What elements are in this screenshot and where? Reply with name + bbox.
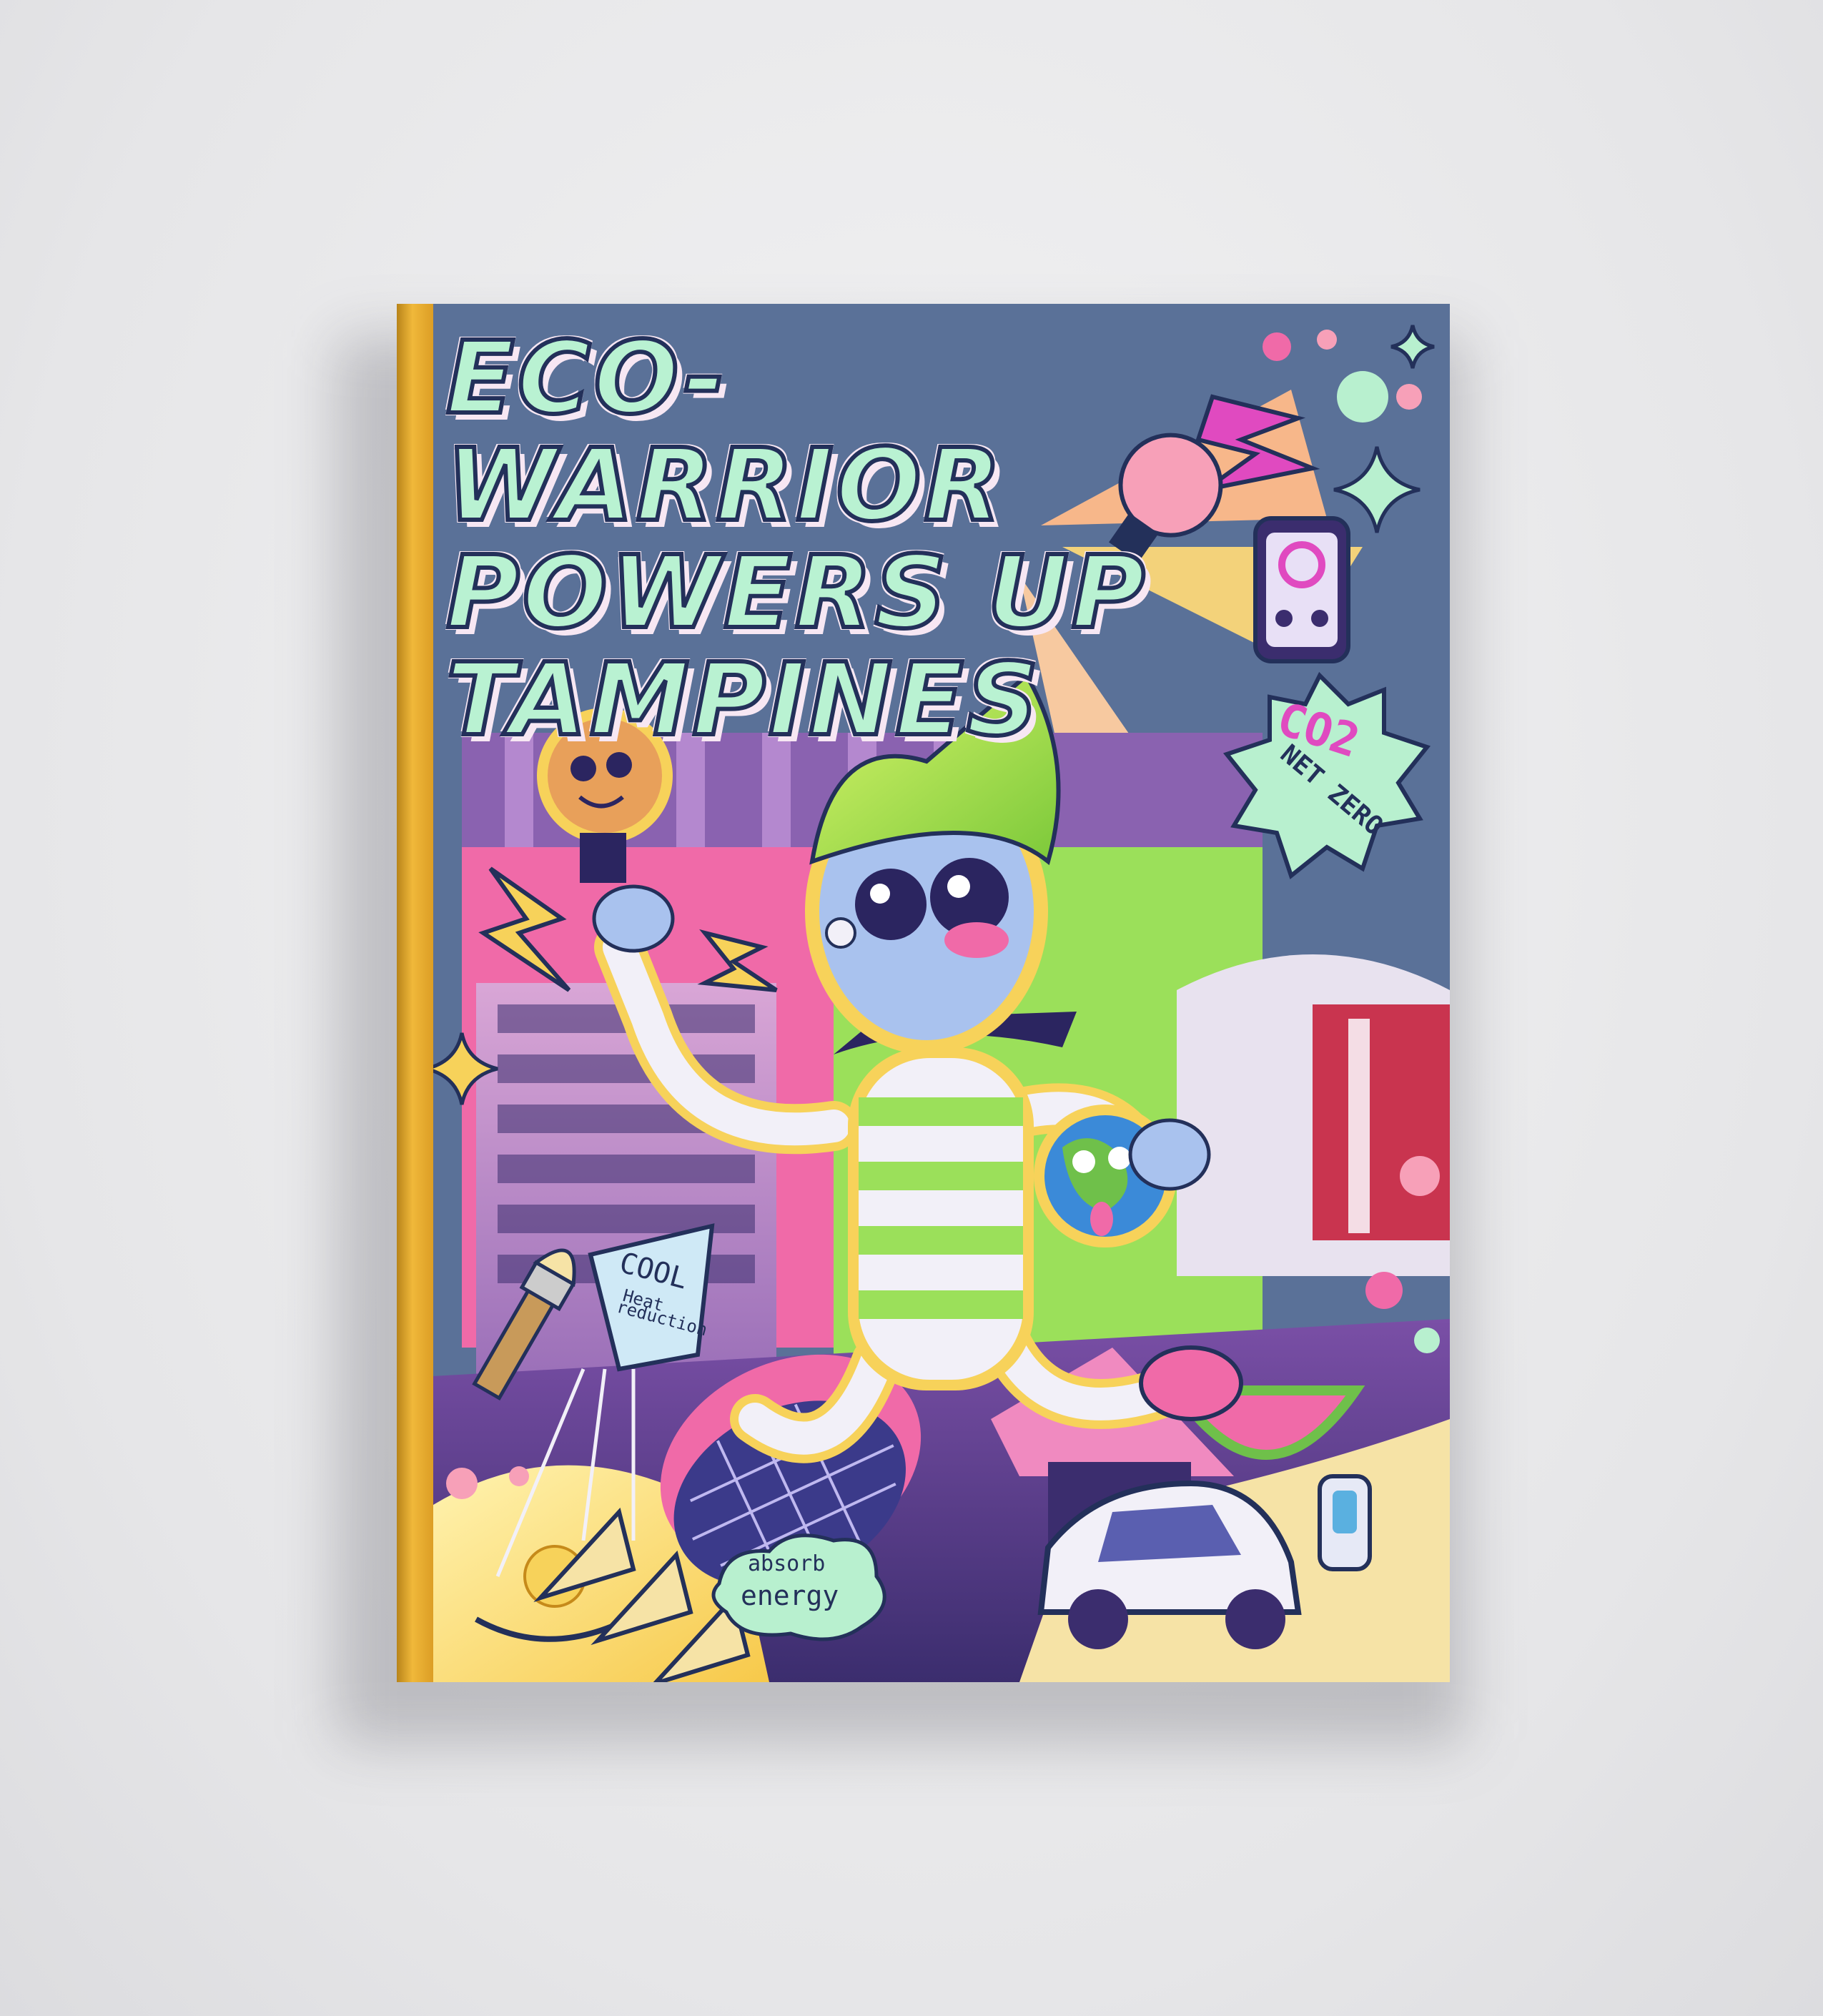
title-line-1: ECO-WARRIOR — [444, 320, 1004, 544]
ev-charger-icon — [1318, 1474, 1372, 1571]
mall-building — [1177, 954, 1450, 1276]
mockup-stage: ECO-WARRIOR POWERS UP TAMPINES CO2 NET Z… — [0, 0, 1823, 2016]
cloud-absorb-label: absorb — [748, 1551, 826, 1576]
book-title: ECO-WARRIOR POWERS UP TAMPINES — [444, 320, 1161, 759]
title-line-3: TAMPINES — [444, 642, 1042, 759]
book-spine — [397, 304, 436, 1682]
book-cover: ECO-WARRIOR POWERS UP TAMPINES CO2 NET Z… — [433, 304, 1450, 1682]
title-line-2: POWERS UP — [444, 535, 1148, 651]
cloud-energy-label: energy — [741, 1580, 839, 1611]
smartphone-icon — [1253, 516, 1350, 663]
